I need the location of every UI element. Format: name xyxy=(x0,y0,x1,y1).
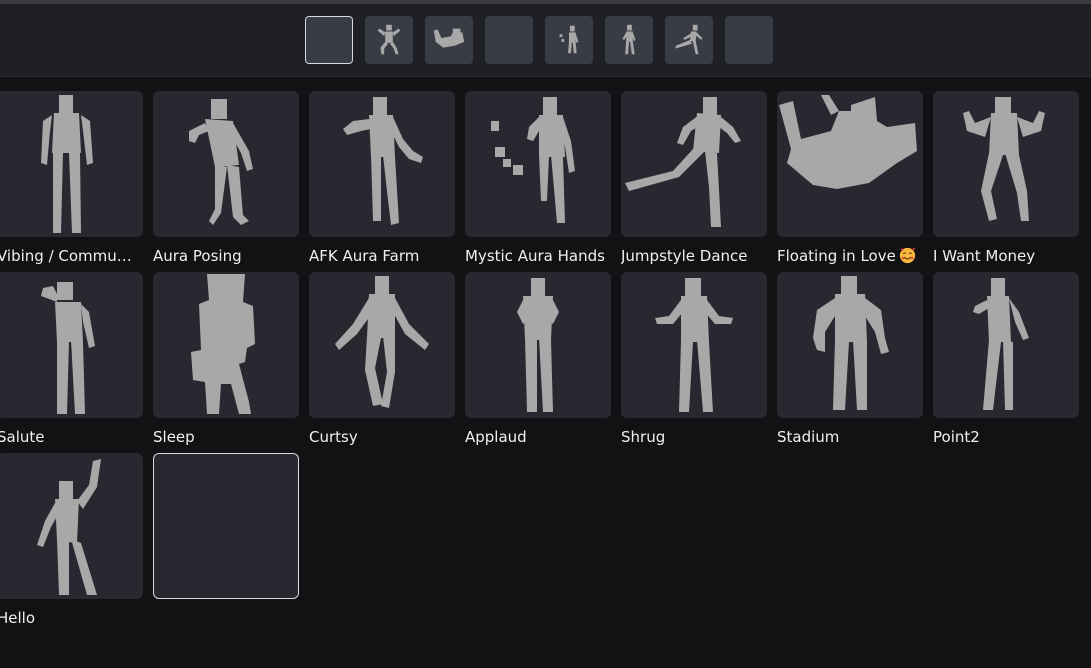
emote-label: Jumpstyle Dance xyxy=(621,247,748,265)
emote-card-applaud[interactable] xyxy=(465,272,611,418)
emote-label: Floating in Love xyxy=(777,245,923,267)
emote-slot-4[interactable] xyxy=(485,16,533,64)
emote-slot-2[interactable] xyxy=(365,16,413,64)
emote-label: Curtsy xyxy=(309,428,358,446)
figure-sleep-icon xyxy=(191,274,255,414)
emote-card-stadium[interactable] xyxy=(777,272,923,418)
emote-label: I Want Money xyxy=(933,247,1036,265)
emote-label: Aura Posing xyxy=(153,247,242,265)
figure-kick-icon xyxy=(675,24,703,55)
emote-card-point2[interactable] xyxy=(933,272,1079,418)
figure-vibing-icon xyxy=(41,95,93,233)
emote-card-curtsy[interactable] xyxy=(309,272,455,418)
emote-slot-5[interactable] xyxy=(545,16,593,64)
emote-card-shrug[interactable] xyxy=(621,272,767,418)
emote-card-jumpstyle-dance[interactable] xyxy=(621,91,767,237)
figure-salute-icon xyxy=(41,282,95,414)
emote-slot-3[interactable] xyxy=(425,16,473,64)
figure-point-icon xyxy=(973,278,1029,410)
figure-i-want-money-icon xyxy=(963,97,1045,221)
emote-slot-1[interactable] xyxy=(305,16,353,64)
emote-label-text: Floating in Love xyxy=(777,247,896,265)
figure-curtsy-icon xyxy=(335,276,429,408)
figure-standing-icon xyxy=(622,24,636,55)
figure-jumpstyle-icon xyxy=(625,97,741,227)
figure-jumping-icon xyxy=(377,24,401,55)
figure-shrug-icon xyxy=(655,278,733,412)
emote-label: Vibing / Commu… xyxy=(0,247,132,265)
figure-applaud-icon xyxy=(517,278,559,412)
emote-label: Point2 xyxy=(933,428,980,446)
figure-floating-icon xyxy=(433,28,465,48)
emote-label: Stadium xyxy=(777,428,840,446)
emote-card-vibing[interactable] xyxy=(0,91,143,237)
emote-card-aura-posing[interactable] xyxy=(153,91,299,237)
figure-hello-icon xyxy=(37,459,101,595)
smiling-face-with-hearts-emoji xyxy=(899,247,915,264)
figure-floating-icon xyxy=(779,95,917,189)
emote-label: AFK Aura Farm xyxy=(309,247,420,265)
figure-aura-hands-icon xyxy=(559,25,579,54)
emote-label: Applaud xyxy=(465,428,527,446)
emote-label: Shrug xyxy=(621,428,666,446)
emote-card-sleep[interactable] xyxy=(153,272,299,418)
emote-label: Salute xyxy=(0,428,45,446)
emote-slot-6[interactable] xyxy=(605,16,653,64)
figure-stadium-icon xyxy=(813,276,889,410)
emote-card-hello[interactable] xyxy=(0,453,143,599)
emote-slot-8[interactable] xyxy=(725,16,773,64)
emote-label: Hello xyxy=(0,609,36,627)
emote-card-afk-aura-farm[interactable] xyxy=(309,91,455,237)
emote-card-salute[interactable] xyxy=(0,272,143,418)
figure-afk-aura-farm-icon xyxy=(343,97,423,225)
emote-card-empty[interactable] xyxy=(153,453,299,599)
emote-card-mystic-aura-hands[interactable] xyxy=(465,91,611,237)
emote-label: Mystic Aura Hands xyxy=(465,247,605,265)
emote-wheel-bar xyxy=(0,4,1091,77)
emote-card-floating-in-love[interactable] xyxy=(777,91,923,237)
figure-mystic-aura-hands-icon xyxy=(491,97,575,223)
emote-card-i-want-money[interactable] xyxy=(933,91,1079,237)
emote-label: Sleep xyxy=(153,428,195,446)
emote-slot-7[interactable] xyxy=(665,16,713,64)
figure-aura-posing-icon xyxy=(189,99,253,225)
